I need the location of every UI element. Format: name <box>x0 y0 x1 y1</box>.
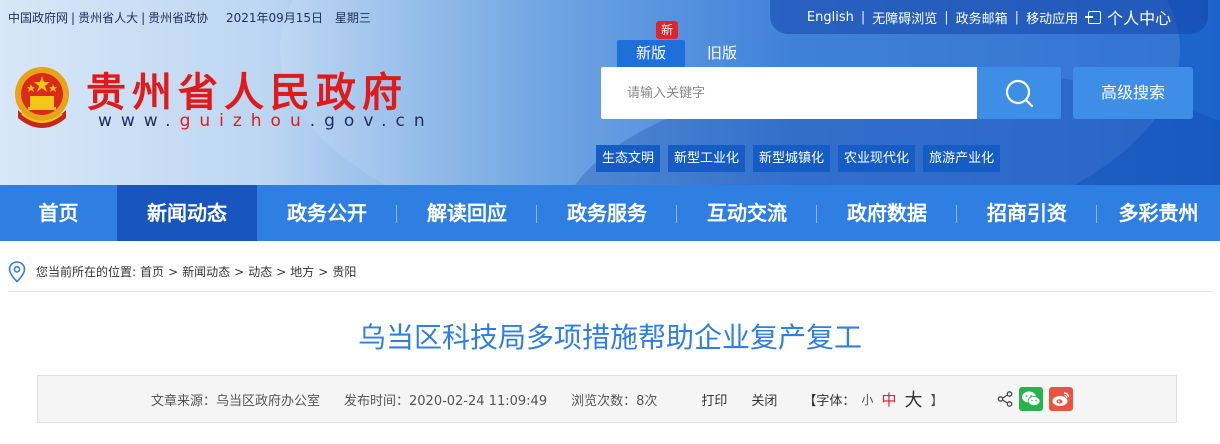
link-npc[interactable]: 贵州省人大 <box>78 9 138 26</box>
breadcrumb-item-dynamics[interactable]: 动态 <box>248 263 272 280</box>
weibo-icon <box>1052 392 1070 406</box>
view-count: 浏览次数：8次 <box>571 393 658 409</box>
font-size-label: 【字体： <box>803 393 856 409</box>
font-large-button[interactable]: 大 <box>904 386 922 412</box>
nav-item-news[interactable]: 新闻动态 <box>117 185 257 241</box>
font-medium-button[interactable]: 中 <box>881 389 896 410</box>
topic-tag[interactable]: 旅游产业化 <box>923 145 1001 172</box>
publish-time: 发布时间：2020-02-24 11:09:49 <box>344 393 548 409</box>
advanced-search-button[interactable]: 高级搜索 <box>1073 67 1193 119</box>
domain-name: guizhou <box>179 111 310 131</box>
font-size-label-end: 】 <box>930 393 944 409</box>
close-button[interactable]: 关闭 <box>751 390 777 409</box>
separator: | <box>944 9 949 25</box>
nav-item-interpretation[interactable]: 解读回应 <box>397 185 537 241</box>
nav-label: 招商引资 <box>987 201 1067 225</box>
breadcrumb-item-home[interactable]: 首页 <box>140 263 164 280</box>
wechat-share-button[interactable] <box>1019 387 1044 411</box>
link-cppcc[interactable]: 贵州省政协 <box>148 9 208 26</box>
nav-item-gov-data[interactable]: 政府数据 <box>817 185 957 241</box>
separator: | <box>1014 9 1020 25</box>
login-icon[interactable] <box>1085 10 1102 24</box>
font-small-button[interactable]: 小 <box>861 391 873 408</box>
nav-item-interaction[interactable]: 互动交流 <box>677 185 817 241</box>
print-button[interactable]: 打印 <box>701 390 727 409</box>
separator: | <box>860 9 866 25</box>
article-title: 乌当区科技局多项措施帮助企业复产复工 <box>357 321 862 354</box>
tab-new-version[interactable]: 新版 <box>617 40 685 67</box>
breadcrumb-item-local[interactable]: 地方 <box>290 263 314 280</box>
topic-tag[interactable]: 新型工业化 <box>668 145 746 172</box>
nav-item-investment[interactable]: 招商引资 <box>957 185 1097 241</box>
article-source: 文章来源：乌当区政府办公室 <box>151 393 321 409</box>
nav-label: 互动交流 <box>707 201 787 225</box>
breadcrumb-separator: > <box>318 264 329 279</box>
separator: | <box>71 11 76 25</box>
link-accessible[interactable]: 无障碍浏览 <box>872 8 937 27</box>
utility-bar: English | 无障碍浏览 | 政务邮箱 | 移动应用 个人中心 <box>770 0 1208 34</box>
nav-label: 政务服务 <box>567 201 647 225</box>
link-personal-center[interactable]: 个人中心 <box>1107 5 1171 29</box>
national-emblem-icon[interactable] <box>8 62 76 134</box>
nav-label: 解读回应 <box>427 201 507 225</box>
breadcrumb-prefix: 您当前所在的位置: <box>36 265 137 279</box>
weibo-share-button[interactable] <box>1049 387 1074 411</box>
breadcrumb-item-news[interactable]: 新闻动态 <box>182 263 230 280</box>
wechat-icon <box>1022 391 1041 406</box>
nav-label: 政务公开 <box>287 201 367 225</box>
article-meta-bar: 文章来源：乌当区政府办公室 发布时间：2020-02-24 11:09:49 浏… <box>37 375 1177 423</box>
topic-tag[interactable]: 新型城镇化 <box>753 145 831 172</box>
domain-prefix: www. <box>98 111 180 131</box>
topic-tag[interactable]: 生态文明 <box>596 145 661 172</box>
search-input[interactable] <box>601 67 977 119</box>
nav-label: 多彩贵州 <box>1118 201 1199 225</box>
nav-item-colorful-guizhou[interactable]: 多彩贵州 <box>1097 185 1220 241</box>
breadcrumb: 您当前所在的位置: 首页 > 新闻动态 > 动态 > 地方 > 贵阳 <box>8 252 1212 292</box>
search-button[interactable] <box>977 67 1061 119</box>
breadcrumb-separator: > <box>276 264 287 279</box>
nav-item-gov-affairs[interactable]: 政务公开 <box>257 185 397 241</box>
domain-suffix: .gov.cn <box>309 111 434 131</box>
main-nav: 首页 新闻动态 政务公开 解读回应 政务服务 互动交流 政府数据 招商引资 多彩… <box>0 185 1220 241</box>
top-links: 中国政府网 | 贵州省人大 | 贵州省政协 2021年09月15日 星期三 <box>8 9 371 26</box>
location-pin-icon <box>8 260 26 283</box>
current-weekday: 星期三 <box>334 11 371 25</box>
link-english[interactable]: English <box>807 10 854 25</box>
link-gov-portal[interactable]: 中国政府网 <box>8 9 68 26</box>
new-badge: 新 <box>656 21 678 39</box>
breadcrumb-separator: > <box>168 264 179 279</box>
nav-label: 新闻动态 <box>147 201 227 225</box>
nav-label: 政府数据 <box>847 201 927 225</box>
link-mail[interactable]: 政务邮箱 <box>956 8 1008 27</box>
nav-item-home[interactable]: 首页 <box>0 185 117 241</box>
site-title[interactable]: 贵州省人民政府 <box>86 60 408 118</box>
separator: | <box>141 11 146 25</box>
breadcrumb-item-guiyang[interactable]: 贵阳 <box>332 263 356 280</box>
tab-old-version[interactable]: 旧版 <box>690 40 754 67</box>
link-mobile[interactable]: 移动应用 <box>1026 8 1078 27</box>
current-date: 2021年09月15日 <box>225 11 324 25</box>
breadcrumb-separator: > <box>234 264 245 279</box>
search-icon <box>1005 79 1034 108</box>
site-domain: www.guizhou.gov.cn <box>98 111 434 131</box>
share-icon[interactable] <box>997 391 1013 407</box>
nav-label: 首页 <box>38 201 79 225</box>
nav-item-services[interactable]: 政务服务 <box>537 185 677 241</box>
topic-tag[interactable]: 农业现代化 <box>838 145 916 172</box>
topic-tags: 生态文明 新型工业化 新型城镇化 农业现代化 旅游产业化 <box>596 145 1001 172</box>
